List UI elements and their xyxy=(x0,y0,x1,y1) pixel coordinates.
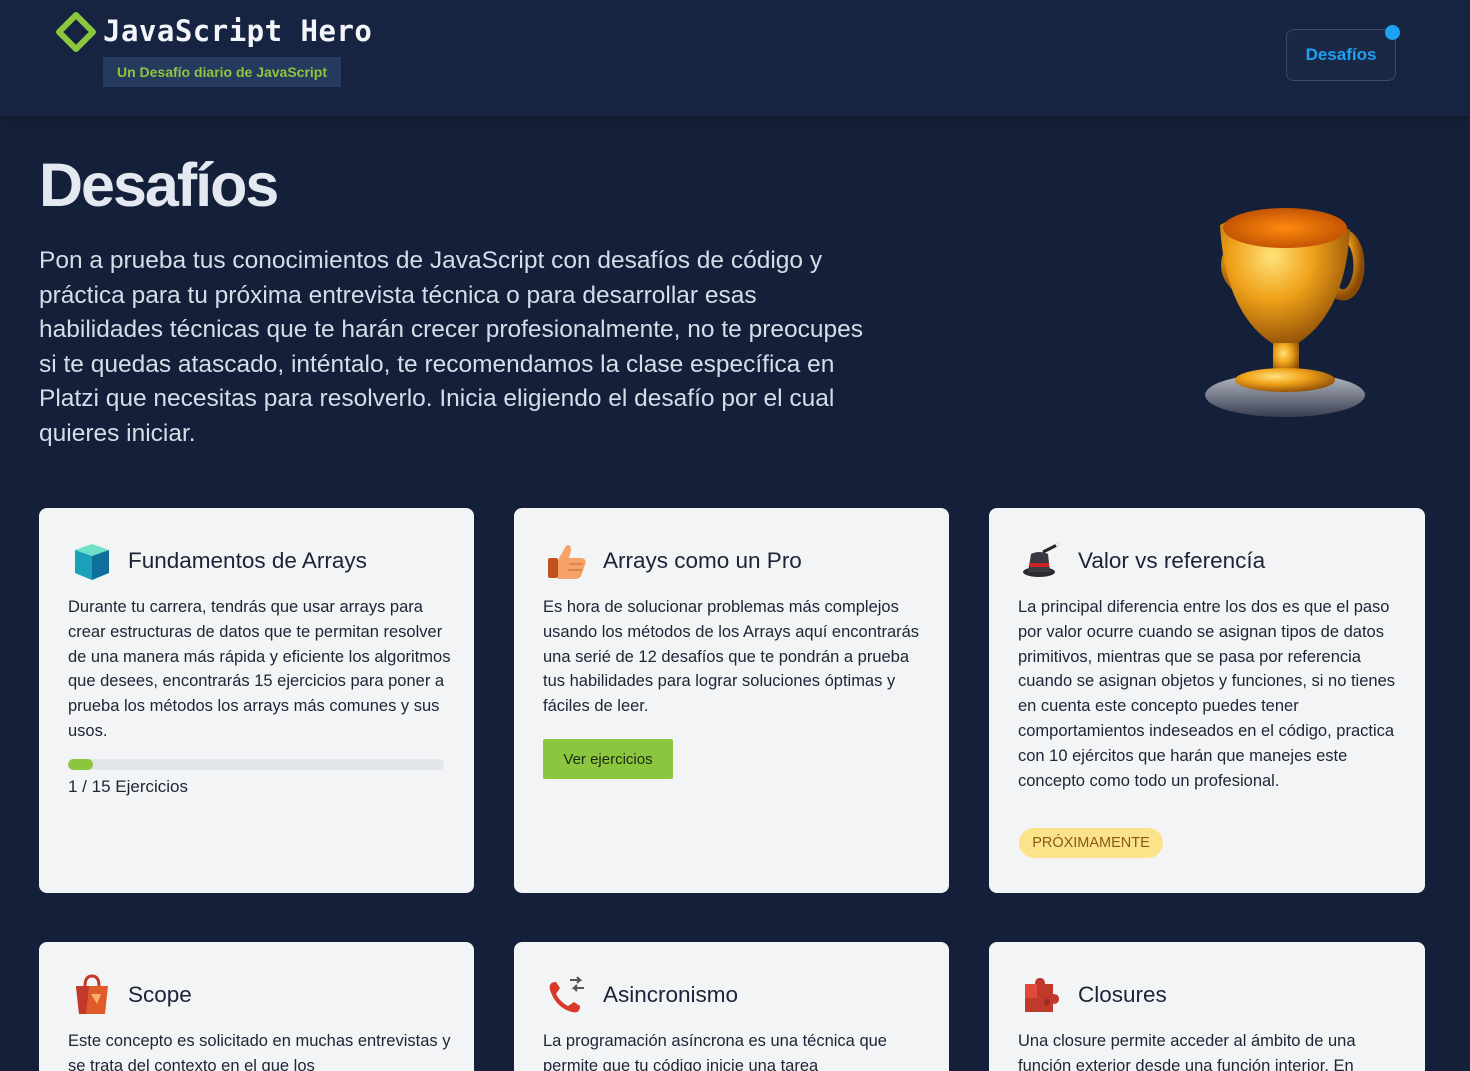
shopping-bag-icon xyxy=(76,974,108,1014)
notification-dot xyxy=(1385,25,1400,40)
card-description: La programación asíncrona es una técnica… xyxy=(543,1032,887,1071)
card-title[interactable]: Fundamentos de Arrays xyxy=(128,548,367,574)
card-description: Durante tu carrera, tendrás que usar arr… xyxy=(68,598,451,740)
progress-label: 1 / 15 Ejercicios xyxy=(68,777,188,796)
top-header: JavaScript Hero Un Desafío diario de Jav… xyxy=(0,0,1470,116)
logo-icon[interactable] xyxy=(56,12,96,52)
brand-name[interactable]: JavaScript Hero xyxy=(103,14,372,48)
page-title: Desafíos xyxy=(39,151,279,219)
challenge-card-arrays-pro[interactable]: Arrays como un Pro Es hora de solucionar… xyxy=(514,508,949,893)
card-title[interactable]: Asincronismo xyxy=(603,982,738,1008)
tagline: Un Desafío diario de JavaScript xyxy=(103,57,341,87)
challenge-card-closures[interactable]: Closures Una closure permite acceder al … xyxy=(989,942,1425,1071)
card-title[interactable]: Arrays como un Pro xyxy=(603,548,802,574)
card-description: Una closure permite acceder al ámbito de… xyxy=(1018,1032,1356,1071)
challenge-card-scope[interactable]: Scope Este concepto es solicitado en muc… xyxy=(39,942,474,1071)
progress-bar xyxy=(68,759,444,770)
card-description: Este concepto es solicitado en muchas en… xyxy=(68,1032,451,1071)
trophy-icon xyxy=(1205,208,1365,417)
card-description: La principal diferencia entre los dos es… xyxy=(1018,598,1396,790)
card-title[interactable]: Closures xyxy=(1078,982,1167,1008)
thumbs-up-icon xyxy=(548,545,586,579)
puzzle-icon xyxy=(1025,978,1059,1012)
challenge-card-value-vs-reference[interactable]: Valor vs referencía La principal diferen… xyxy=(989,508,1425,893)
card-title[interactable]: Valor vs referencía xyxy=(1078,548,1265,574)
coming-soon-badge: PRÓXIMAMENTE xyxy=(1019,828,1163,858)
page-description: Pon a prueba tus conocimientos de JavaSc… xyxy=(39,247,863,447)
view-exercises-button[interactable]: Ver ejercicios xyxy=(543,739,673,779)
challenges-nav-button[interactable]: Desafíos xyxy=(1286,29,1396,81)
cube-icon xyxy=(75,544,109,580)
phone-icon xyxy=(549,976,584,1013)
card-description: Es hora de solucionar problemas más comp… xyxy=(543,598,920,716)
card-title[interactable]: Scope xyxy=(128,982,192,1008)
magic-hat-icon xyxy=(1023,542,1061,577)
challenge-card-arrays-basics[interactable]: Fundamentos de Arrays Durante tu carrera… xyxy=(39,508,474,893)
progress-fill xyxy=(68,759,94,770)
challenge-card-async[interactable]: Asincronismo La programación asíncrona e… xyxy=(514,942,949,1071)
